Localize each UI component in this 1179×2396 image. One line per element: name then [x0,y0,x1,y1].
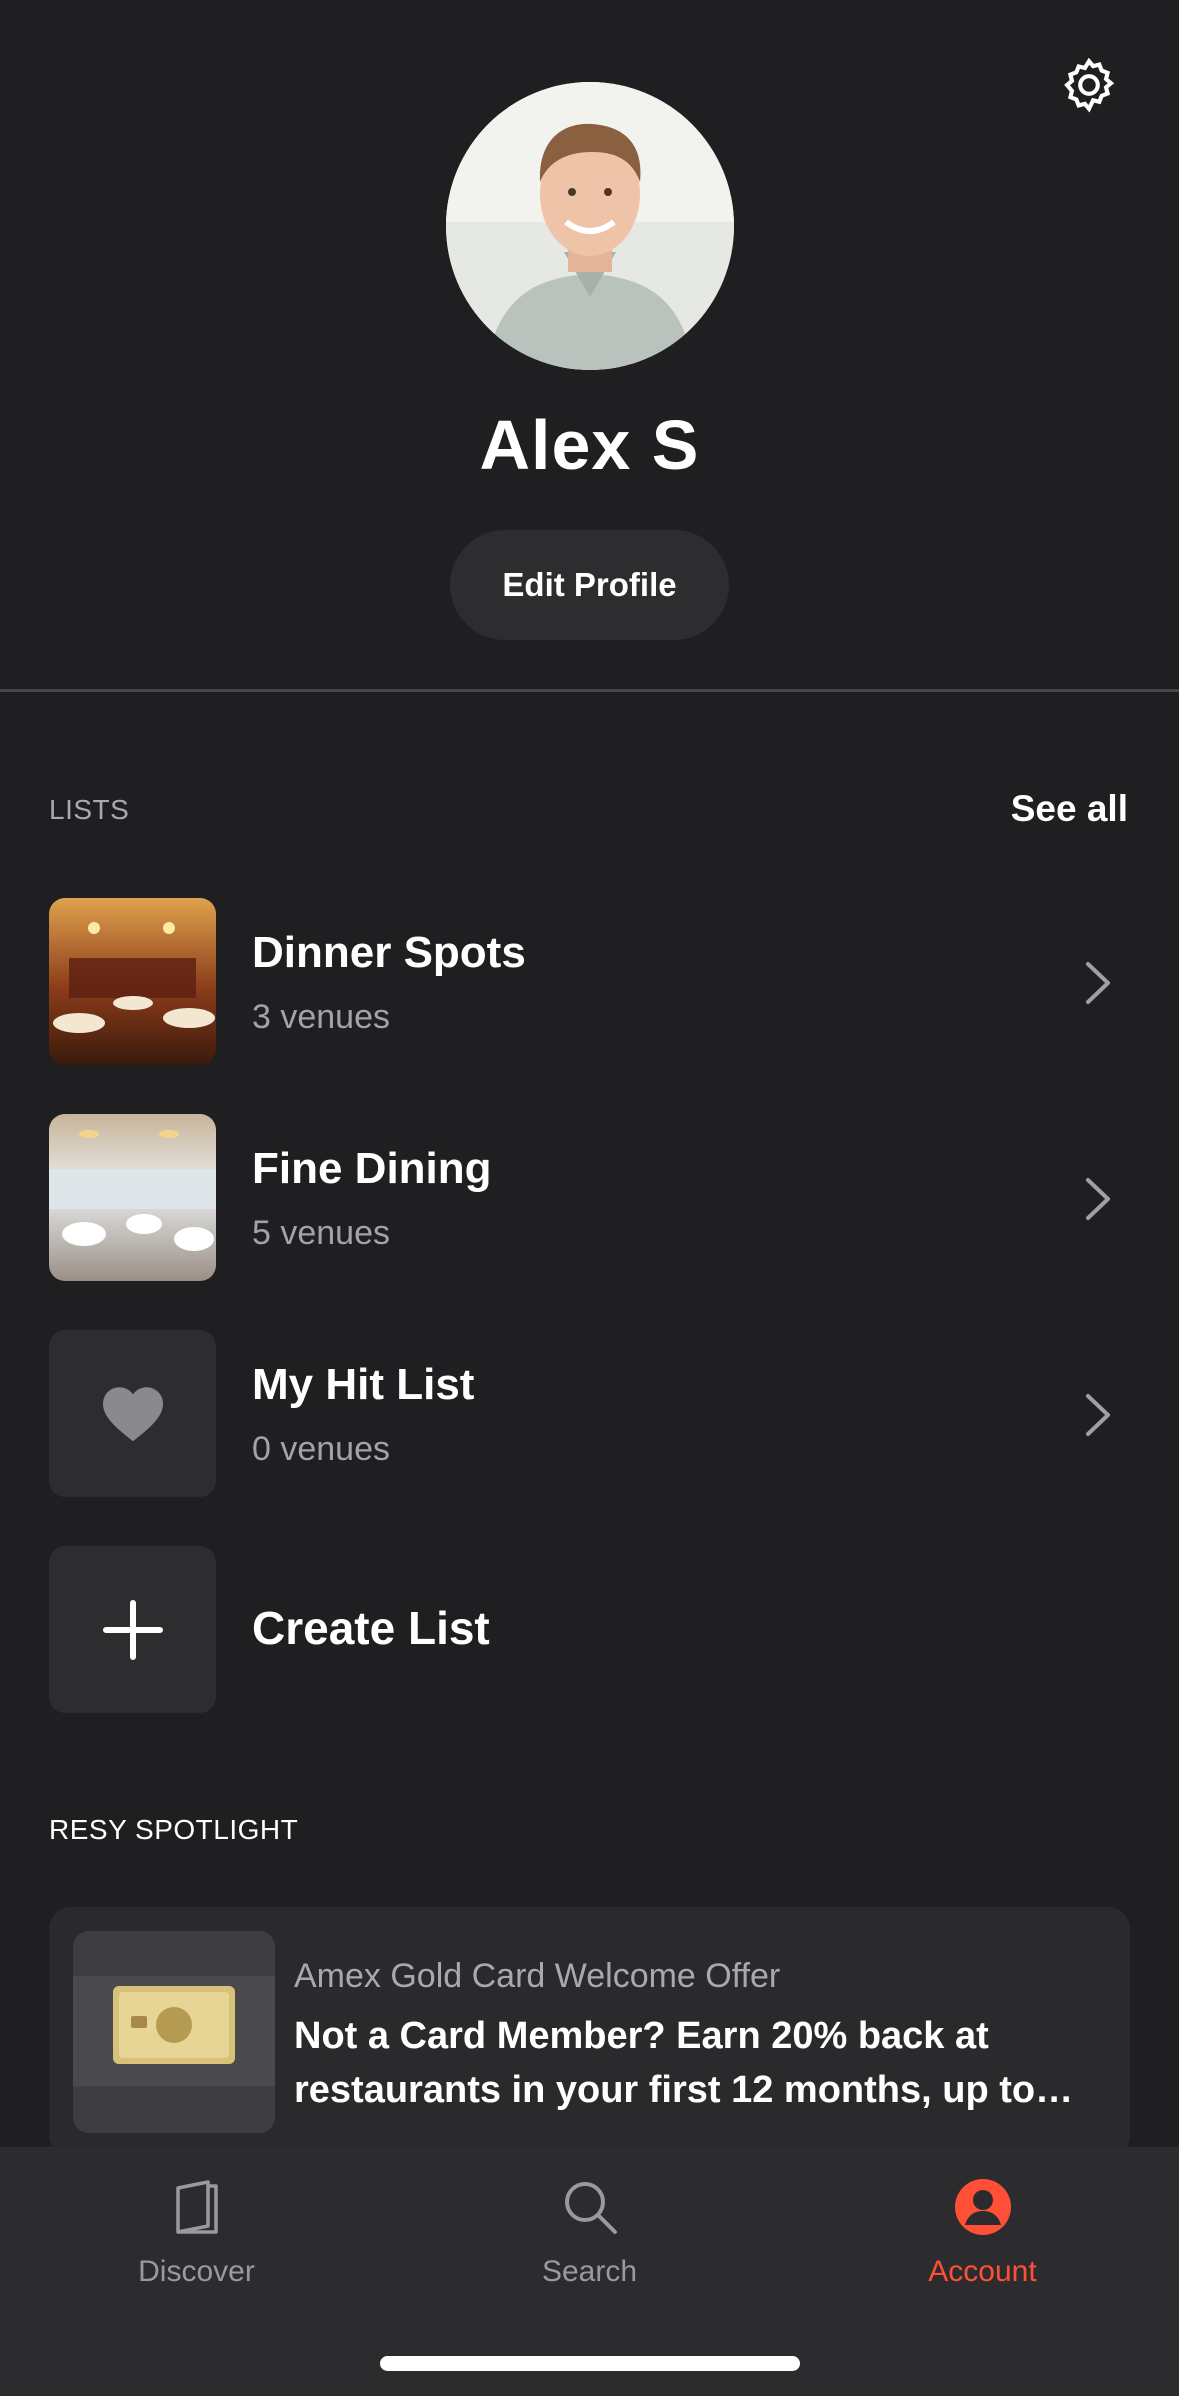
tab-discover[interactable]: Discover [0,2147,393,2327]
list-venue-count: 0 venues [252,1430,390,1468]
tab-account[interactable]: Account [786,2147,1179,2327]
tab-label: Search [541,2255,638,2288]
plus-icon [102,1599,163,1660]
create-list-label: Create List [252,1602,490,1654]
book-icon [175,2180,218,2234]
spotlight-card[interactable]: Amex Gold Card Welcome Offer Not a Card … [49,1907,1130,2157]
list-venue-count: 5 venues [252,1214,390,1252]
tab-search[interactable]: Search [393,2147,786,2327]
list-title: Dinner Spots [252,928,526,977]
avatar[interactable] [446,82,734,370]
list-item-fine-dining[interactable]: Fine Dining 5 venues [0,1114,1179,1284]
list-venue-count: 3 venues [252,998,390,1036]
list-item-my-hit-list[interactable]: My Hit List 0 venues [0,1330,1179,1500]
see-all-link[interactable]: See all [1011,788,1128,830]
tab-label: Discover [138,2255,255,2288]
search-icon [564,2182,617,2234]
spotlight-section-label: RESY SPOTLIGHT [49,1814,299,1845]
create-list-tile [49,1546,216,1713]
spotlight-subtitle: Amex Gold Card Welcome Offer [294,1957,781,1995]
chevron-right-icon [1086,962,1110,1004]
amex-card-image [73,1931,275,2133]
settings-button[interactable] [1054,50,1124,120]
tab-label: Account [928,2255,1037,2288]
list-thumbnail [49,1330,216,1497]
list-thumbnail [49,898,216,1065]
divider [0,689,1179,692]
lists-section-label: LISTS [49,794,130,825]
tab-bar: Discover Search Account [0,2147,1179,2396]
list-item-dinner-spots[interactable]: Dinner Spots 3 venues [0,898,1179,1068]
chevron-right-icon [1086,1394,1110,1436]
list-thumbnail [49,1114,216,1281]
list-title: Fine Dining [252,1144,492,1193]
list-title: My Hit List [252,1360,475,1409]
chevron-right-icon [1086,1178,1110,1220]
create-list-button[interactable]: Create List [0,1546,1179,1716]
heart-icon [102,1386,163,1441]
account-icon [954,2179,1011,2235]
home-indicator [380,2356,800,2371]
profile-name: Alex S [479,406,700,484]
edit-profile-button[interactable]: Edit Profile [450,530,729,640]
gear-icon [1064,57,1115,113]
spotlight-text: Not a Card Member? Earn 20% back at rest… [294,2015,1074,2111]
